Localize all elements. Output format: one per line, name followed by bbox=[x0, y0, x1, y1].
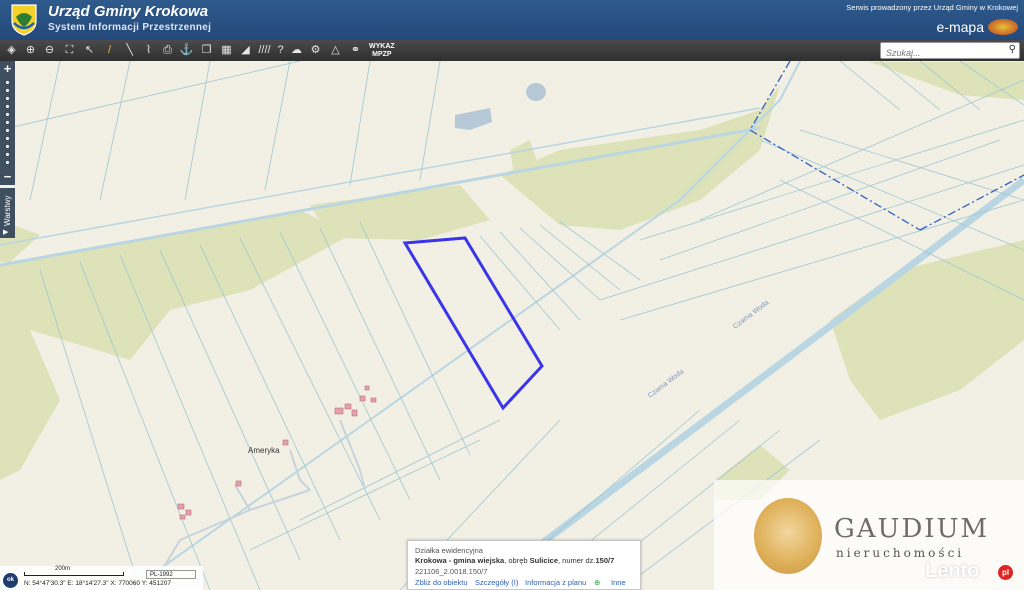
share-icon[interactable]: ⚭ bbox=[348, 42, 363, 58]
settings-icon[interactable]: ⚙ bbox=[308, 42, 323, 58]
popup-number-prefix: , numer dz. bbox=[558, 556, 596, 565]
wykaz-mpzp-button[interactable]: WYKAZ MPZP bbox=[369, 43, 395, 59]
other-link[interactable]: Inne bbox=[611, 578, 626, 587]
zoom-level-dot[interactable] bbox=[6, 161, 9, 164]
header-bar: Urząd Gminy Krokowa System Informacji Pr… bbox=[0, 0, 1024, 40]
anchor-icon[interactable]: ⚓ bbox=[179, 42, 194, 58]
popup-title: Działka ewidencyjna bbox=[415, 546, 483, 555]
brand-label[interactable]: e-mapa bbox=[937, 19, 984, 35]
expand-arrow-icon: ▶ bbox=[3, 229, 9, 236]
measure-area-icon[interactable]: ⌇ bbox=[141, 42, 156, 58]
select-arrow-icon[interactable]: ↖ bbox=[82, 42, 97, 58]
help-icon[interactable]: ? bbox=[273, 42, 288, 58]
zoom-out-icon[interactable]: ⊖ bbox=[42, 42, 57, 58]
scale-label: 200m bbox=[55, 566, 71, 572]
plus-circle-icon[interactable]: ⊕ bbox=[594, 578, 600, 587]
shape-icon[interactable]: ◢ bbox=[238, 42, 253, 58]
zoom-level-dot[interactable] bbox=[6, 113, 9, 116]
zoom-level-dot[interactable] bbox=[6, 105, 9, 108]
details-link[interactable]: Szczegóły (I) bbox=[475, 578, 518, 587]
coordinates-readout: N: 54°47'30.3" E: 18°14'27.3" X: 770060 … bbox=[24, 580, 171, 587]
crest-icon bbox=[11, 4, 37, 36]
compass-icon[interactable]: △ bbox=[328, 42, 343, 58]
app-window: Urząd Gminy Krokowa System Informacji Pr… bbox=[0, 0, 1024, 590]
popup-obreb: Sulicice bbox=[529, 556, 558, 565]
zoom-extent-icon[interactable]: ⛶ bbox=[62, 42, 77, 58]
service-note: Serwis prowadzony przez Urząd Gminy w Kr… bbox=[846, 3, 1018, 12]
pencil-icon[interactable]: / bbox=[102, 42, 117, 58]
parcel-info-popup: Działka ewidencyjna Krokowa - gmina wiej… bbox=[407, 540, 641, 590]
mpzp-label: MPZP bbox=[372, 51, 392, 58]
ok-button[interactable]: ok bbox=[3, 573, 18, 588]
zoom-level-dot[interactable] bbox=[6, 97, 9, 100]
cloud-icon[interactable]: ☁ bbox=[289, 42, 304, 58]
crs-select[interactable]: PL-1992 bbox=[146, 570, 196, 579]
scale-bar bbox=[24, 572, 124, 576]
zoom-level-dot[interactable] bbox=[6, 81, 9, 84]
layers-icon[interactable]: ◈ bbox=[4, 42, 19, 58]
search-icon[interactable]: ⚲ bbox=[1009, 44, 1016, 55]
zoom-out-button[interactable]: − bbox=[0, 170, 15, 184]
toolbar: ◈ ⊕ ⊖ ⛶ ↖ / ╲ ⌇ ⎙ ⚓ ❐ ▦ ◢ //// ? ☁ ⚙ △ ⚭… bbox=[0, 40, 1024, 61]
zoom-level-dot[interactable] bbox=[6, 145, 9, 148]
zoom-bar: + − bbox=[0, 61, 15, 185]
search-box: ⚲ bbox=[880, 42, 1020, 61]
watermark-sub: nieruchomości bbox=[836, 546, 965, 560]
layers-tab-label: Warstwy bbox=[3, 195, 12, 226]
status-bar: ok 200m PL-1992 N: 54°47'30.3" E: 18°14'… bbox=[0, 566, 203, 590]
copy-icon[interactable]: ❐ bbox=[199, 42, 214, 58]
lento-logo: Lento bbox=[925, 560, 980, 582]
lento-badge: pl bbox=[998, 565, 1013, 580]
zoom-level-dot[interactable] bbox=[6, 89, 9, 92]
popup-obreb-prefix: , obręb bbox=[504, 556, 530, 565]
zoom-level-dot[interactable] bbox=[6, 153, 9, 156]
measure-line-icon[interactable]: ╲ bbox=[122, 42, 137, 58]
layout-icon[interactable]: ▦ bbox=[219, 42, 234, 58]
layers-tab[interactable]: Warstwy ▶ bbox=[0, 188, 15, 238]
app-title: Urząd Gminy Krokowa bbox=[48, 3, 209, 20]
popup-parcel-id: 221106_2.0018.150/7 bbox=[415, 567, 488, 576]
popup-gmina: Krokowa - gmina wiejska bbox=[415, 556, 505, 565]
search-input[interactable] bbox=[881, 45, 999, 61]
zoom-to-object-link[interactable]: Zbliż do obiektu bbox=[415, 578, 468, 587]
popup-number: 150/7 bbox=[595, 556, 615, 565]
print-icon[interactable]: ⎙ bbox=[160, 42, 175, 58]
zoom-level-dot[interactable] bbox=[6, 121, 9, 124]
watermark-name: GAUDIUM bbox=[834, 514, 990, 544]
plan-info-link[interactable]: Informacja z planu bbox=[525, 578, 586, 587]
gaudium-logo-icon bbox=[754, 498, 822, 574]
zoom-in-button[interactable]: + bbox=[0, 62, 15, 76]
hatch-icon[interactable]: //// bbox=[257, 42, 272, 58]
place-label-ameryka: Ameryka bbox=[248, 446, 280, 455]
popup-parcel-line: Krokowa - gmina wiejska, obręb Sulicice,… bbox=[415, 556, 614, 565]
emapa-logo-icon[interactable] bbox=[988, 19, 1018, 35]
zoom-level-dot[interactable] bbox=[6, 129, 9, 132]
zoom-in-icon[interactable]: ⊕ bbox=[23, 42, 38, 58]
app-subtitle: System Informacji Przestrzennej bbox=[48, 22, 212, 33]
wykaz-label: WYKAZ bbox=[369, 43, 395, 50]
zoom-level-dot[interactable] bbox=[6, 137, 9, 140]
